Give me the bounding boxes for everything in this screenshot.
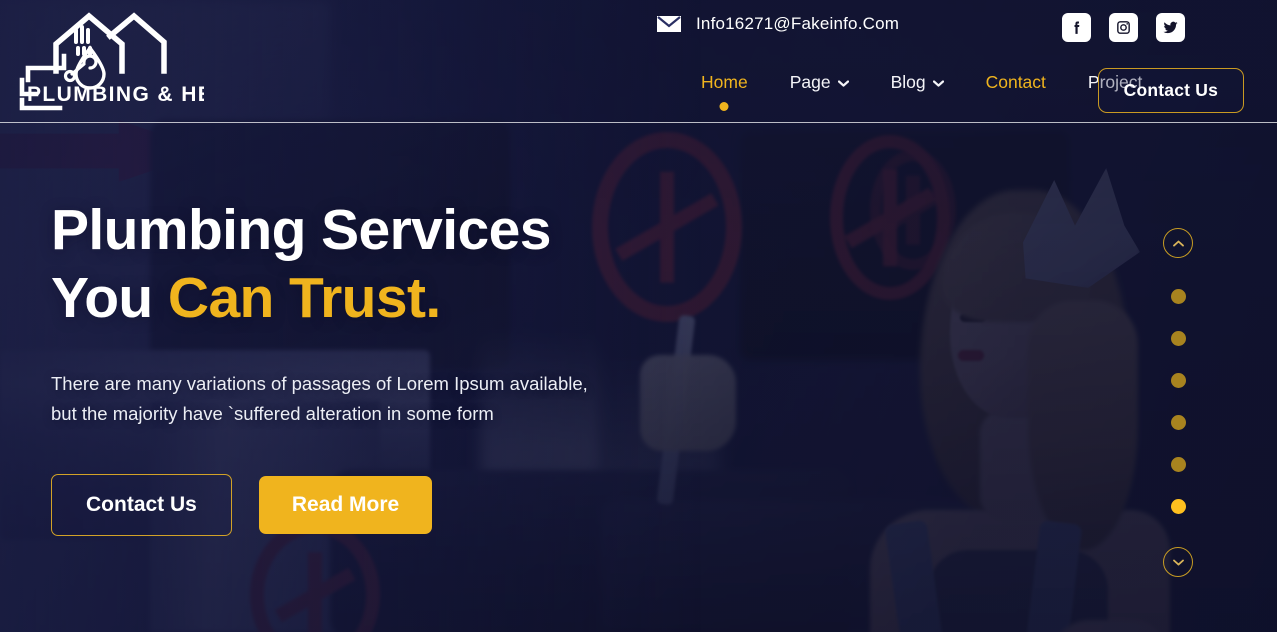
hero-content: Plumbing Services You Can Trust. There a… [51, 196, 751, 537]
slider-dot-3[interactable] [1170, 373, 1186, 388]
hero-contact-us-button[interactable]: Contact Us [51, 474, 232, 537]
social-links [1062, 13, 1185, 42]
nav-item-page[interactable]: Page [769, 72, 870, 93]
hero-paragraph-line-1: There are many variations of passages of… [51, 372, 588, 394]
chevron-down-icon [932, 80, 944, 87]
chevron-up-icon [1172, 240, 1184, 246]
nav-label: Home [701, 72, 748, 92]
chevron-down-icon [1172, 559, 1184, 565]
hero-paragraph: There are many variations of passages of… [51, 369, 751, 429]
site-header: PLUMBING & HEATING Info16271@Fakeinfo.Co… [0, 0, 1277, 124]
twitter-icon[interactable] [1156, 13, 1185, 42]
slider-dot-6[interactable] [1170, 499, 1186, 514]
hero-heading-line-1: Plumbing Services [51, 198, 551, 262]
slider-dot-5[interactable] [1170, 457, 1186, 472]
hero-read-more-button[interactable]: Read More [258, 476, 433, 535]
hero-paragraph-line-2: but the majority have `suffered alterati… [51, 402, 494, 424]
site-logo[interactable]: PLUMBING & HEATING [14, 8, 204, 116]
header-contact-us-button[interactable]: Contact Us [1097, 68, 1244, 113]
slider-dot-1[interactable] [1170, 289, 1186, 304]
instagram-icon[interactable] [1109, 13, 1138, 42]
slider-navigation [1163, 228, 1193, 577]
hero-heading-white: You [51, 266, 168, 331]
contact-email-text: Info16271@Fakeinfo.Com [696, 14, 900, 33]
hero-heading-gold: Can Trust. [167, 266, 441, 331]
house-waterdrop-wrench-logo: PLUMBING & HEATING [19, 12, 204, 111]
svg-text:PLUMBING & HEATING: PLUMBING & HEATING [27, 83, 204, 106]
slider-dots [1170, 289, 1186, 514]
slider-next-button[interactable] [1163, 547, 1193, 577]
nav-item-contact[interactable]: Contact [965, 72, 1067, 93]
chevron-down-icon [837, 80, 849, 87]
nav-label: Contact [985, 72, 1046, 92]
facebook-icon[interactable] [1062, 13, 1091, 42]
nav-item-home[interactable]: Home [680, 72, 769, 111]
slider-prev-button[interactable] [1163, 228, 1193, 258]
nav-item-blog[interactable]: Blog [870, 72, 965, 93]
contact-email-block[interactable]: Info16271@Fakeinfo.Com [656, 14, 899, 34]
slider-dot-2[interactable] [1170, 331, 1186, 346]
hero-heading: Plumbing Services You Can Trust. [51, 196, 751, 333]
nav-label: Page [789, 72, 831, 92]
hero-heading-line-2: You Can Trust. [51, 264, 751, 332]
nav-label: Blog [890, 72, 926, 92]
envelope-icon [657, 16, 681, 32]
main-navigation: Home Page Blog Contact Project [680, 72, 1163, 111]
header-divider [0, 122, 1277, 124]
slider-dot-4[interactable] [1170, 415, 1186, 430]
active-indicator-dot [719, 102, 729, 111]
hero-cta-row: Contact Us Read More [51, 474, 751, 537]
